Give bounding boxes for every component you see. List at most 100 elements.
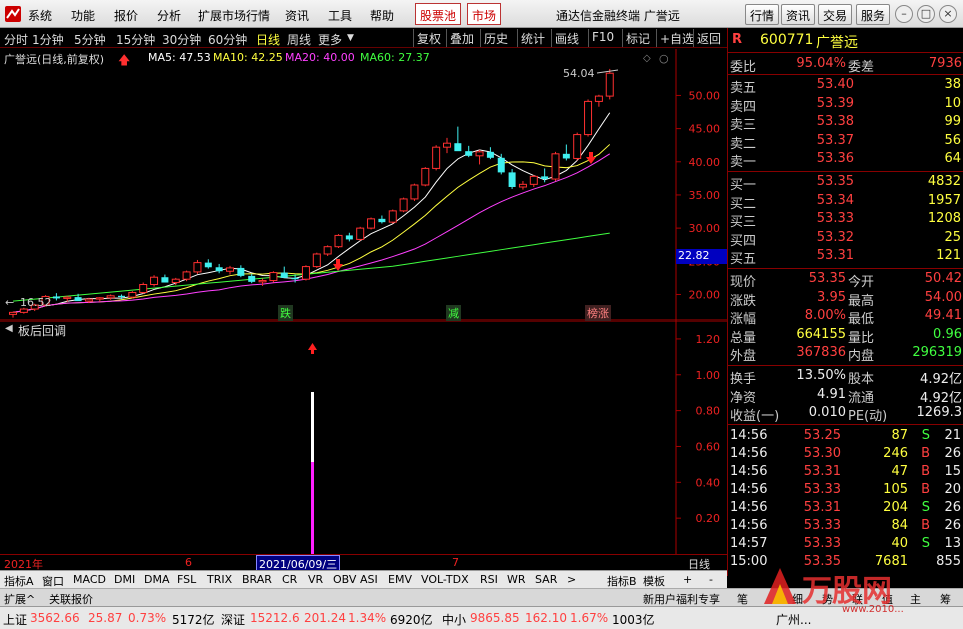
indicator-tab-7[interactable]: BRAR bbox=[242, 573, 272, 586]
period-daily[interactable]: 日线 bbox=[256, 31, 280, 48]
indicator-tab-9[interactable]: VR bbox=[308, 573, 323, 586]
main-tab[interactable]: 主 bbox=[910, 591, 921, 607]
period-60min[interactable]: 60分钟 bbox=[208, 31, 247, 48]
period-30min[interactable]: 30分钟 bbox=[162, 31, 201, 48]
indicator-tab-5[interactable]: FSL bbox=[177, 573, 196, 586]
indicator-tab-14[interactable]: RSI bbox=[480, 573, 498, 586]
event-marker-fall[interactable]: 跌 bbox=[278, 305, 293, 321]
bid-row-1[interactable]: 买一 53.35 4832 bbox=[728, 173, 963, 193]
value-tab[interactable]: 值 bbox=[882, 591, 893, 607]
trade-detail-tab[interactable]: 笔 bbox=[737, 591, 748, 607]
indicator-tab-11[interactable]: ASI bbox=[360, 573, 378, 586]
ask-row-2[interactable]: 卖二 53.37 56 bbox=[728, 132, 963, 152]
indicator-tab-8[interactable]: CR bbox=[282, 573, 297, 586]
ask-row-1[interactable]: 卖一 53.36 64 bbox=[728, 150, 963, 170]
indicator-tab-21[interactable]: - bbox=[709, 573, 713, 586]
ask-row-5[interactable]: 卖五 53.40 38 bbox=[728, 76, 963, 96]
overlay-button[interactable]: 叠加 bbox=[446, 29, 477, 47]
indicator-tab-19[interactable]: 模板 bbox=[643, 573, 665, 589]
indicator-tab-13[interactable]: VOL-TDX bbox=[421, 573, 469, 586]
back-button[interactable]: 返回 bbox=[693, 29, 724, 47]
new-user-benefit-tab[interactable]: 新用户福利专享 bbox=[643, 591, 720, 607]
history-button[interactable]: 历史 bbox=[480, 29, 511, 47]
period-15min[interactable]: 15分钟 bbox=[116, 31, 155, 48]
link-tab[interactable]: 联 bbox=[852, 591, 863, 607]
menu-analysis[interactable]: 分析 bbox=[157, 7, 181, 24]
stock-pool-button[interactable]: 股票池 bbox=[415, 3, 462, 25]
event-marker-reduce[interactable]: 减 bbox=[446, 305, 461, 321]
indicator-tab-2[interactable]: MACD bbox=[73, 573, 106, 586]
menu-system[interactable]: 系统 bbox=[28, 7, 52, 24]
menu-help[interactable]: 帮助 bbox=[370, 7, 394, 24]
stat-value: 3.95 bbox=[817, 289, 846, 305]
period-intraday[interactable]: 分时 bbox=[4, 31, 28, 48]
bid-row-4[interactable]: 买四 53.32 25 bbox=[728, 229, 963, 249]
bid-row-2-volume: 1957 bbox=[927, 192, 961, 208]
top-news-button[interactable]: 资讯 bbox=[781, 4, 816, 25]
menu-extended-market[interactable]: 扩展市场行情 bbox=[198, 7, 270, 24]
menu-function[interactable]: 功能 bbox=[71, 7, 95, 24]
candlestick-chart[interactable]: 50.0045.0040.0035.0030.0025.0020.00 bbox=[0, 49, 727, 321]
maximize-icon[interactable]: □ bbox=[917, 5, 935, 23]
ask-row-3[interactable]: 卖三 53.38 99 bbox=[728, 113, 963, 133]
tick-direction: S bbox=[921, 500, 930, 515]
diamond-icon[interactable]: ◇ bbox=[643, 53, 651, 64]
detail-tab[interactable]: 细 bbox=[792, 591, 803, 607]
indicator-tab-12[interactable]: EMV bbox=[388, 573, 412, 586]
indicator-tab-1[interactable]: 窗口 bbox=[42, 573, 64, 589]
collapse-icon[interactable]: ◀ bbox=[5, 323, 13, 334]
circle-icon[interactable]: ○ bbox=[659, 52, 669, 65]
top-quote-button[interactable]: 行情 bbox=[745, 4, 780, 25]
close-icon[interactable]: × bbox=[939, 5, 957, 23]
trend-tab[interactable]: 势 bbox=[822, 591, 833, 607]
candle-body bbox=[74, 297, 82, 302]
extend-tab[interactable]: 扩展^ bbox=[4, 591, 35, 607]
ask-row-4-volume: 10 bbox=[944, 95, 961, 111]
period-5min[interactable]: 5分钟 bbox=[74, 31, 106, 48]
mark-button[interactable]: 标记 bbox=[622, 29, 653, 47]
menu-news[interactable]: 资讯 bbox=[285, 7, 309, 24]
add-favorite-button[interactable]: +自选 bbox=[656, 29, 697, 47]
menu-tools[interactable]: 工具 bbox=[328, 7, 352, 24]
menu-quote[interactable]: 报价 bbox=[114, 7, 138, 24]
sub-tabbar: 扩展^ 关联报价 新用户福利专享 笔 细 势 联 值 主 筹 bbox=[0, 588, 963, 606]
stat-label: 涨跌 bbox=[730, 293, 757, 309]
indicator-chart[interactable]: 1.20 1.00 0.80 0.60 0.40 0.20 bbox=[0, 321, 727, 554]
indicator-tab-16[interactable]: SAR bbox=[535, 573, 557, 586]
period-1min[interactable]: 1分钟 bbox=[32, 31, 64, 48]
indicator-tab-6[interactable]: TRIX bbox=[207, 573, 232, 586]
market-button[interactable]: 市场 bbox=[467, 3, 502, 25]
bid-row-3[interactable]: 买三 53.33 1208 bbox=[728, 210, 963, 230]
region-label[interactable]: 广州... bbox=[776, 611, 811, 628]
adjust-button[interactable]: 复权 bbox=[413, 29, 444, 47]
bid-row-2[interactable]: 买二 53.34 1957 bbox=[728, 192, 963, 212]
f10-button[interactable]: F10 bbox=[588, 29, 617, 47]
indicator-tab-18[interactable]: 指标B bbox=[607, 573, 637, 589]
statistics-button[interactable]: 统计 bbox=[517, 29, 548, 47]
period-more[interactable]: 更多 bbox=[318, 31, 342, 48]
indicator-tab-15[interactable]: WR bbox=[507, 573, 526, 586]
chips-tab[interactable]: 筹 bbox=[940, 591, 951, 607]
tick-price: 53.30 bbox=[803, 446, 841, 461]
top-service-button[interactable]: 服务 bbox=[856, 4, 891, 25]
tick-time: 14:56 bbox=[730, 500, 768, 515]
indicator-tab-17[interactable]: > bbox=[567, 573, 576, 586]
candle-body bbox=[367, 218, 376, 229]
indicator-tab-20[interactable]: + bbox=[683, 573, 692, 586]
indicator-tab-0[interactable]: 指标A bbox=[4, 573, 34, 589]
top-trade-button[interactable]: 交易 bbox=[818, 4, 853, 25]
x-label-july: 7 bbox=[452, 556, 459, 569]
indicator-tab-10[interactable]: OBV bbox=[333, 573, 356, 586]
indicator-tab-4[interactable]: DMA bbox=[144, 573, 170, 586]
bid-row-5[interactable]: 买五 53.31 121 bbox=[728, 247, 963, 267]
draw-line-button[interactable]: 画线 bbox=[551, 29, 582, 47]
candle-body bbox=[161, 277, 169, 283]
minimize-icon[interactable]: – bbox=[895, 5, 913, 23]
period-weekly[interactable]: 周线 bbox=[287, 31, 311, 48]
related-quote-tab[interactable]: 关联报价 bbox=[49, 591, 93, 607]
chevron-down-icon[interactable]: ▼ bbox=[347, 33, 354, 43]
indicator-tab-3[interactable]: DMI bbox=[114, 573, 135, 586]
ask-row-4[interactable]: 卖四 53.39 10 bbox=[728, 95, 963, 115]
status-bar: 上证 3562.66 25.87 0.73% 5172亿 深证 15212.6 … bbox=[0, 606, 963, 629]
event-marker-list-rise[interactable]: 榜涨 bbox=[585, 305, 611, 321]
